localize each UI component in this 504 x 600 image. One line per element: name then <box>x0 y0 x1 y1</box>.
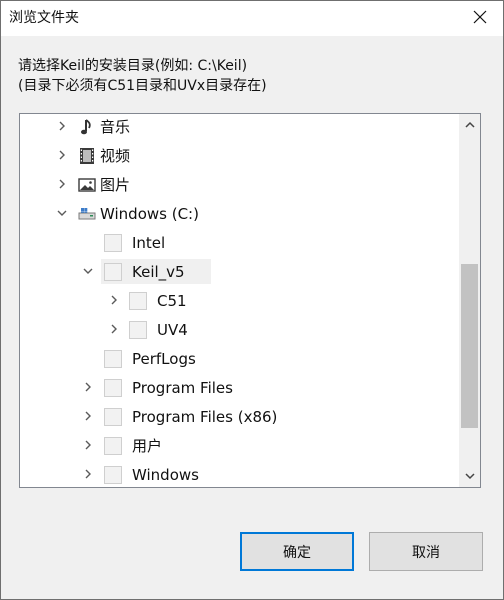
tree-item-label: 视频 <box>100 147 131 165</box>
chevron-down-icon[interactable] <box>81 264 95 278</box>
chevron-right-icon[interactable] <box>55 177 69 191</box>
video-folder-icon <box>77 146 97 166</box>
tree-item-label: Keil_v5 <box>132 263 185 281</box>
folder-icon <box>128 320 148 340</box>
chevron-right-icon[interactable] <box>81 467 95 481</box>
tree-item-label: Intel <box>132 234 166 252</box>
title-bar: 浏览文件夹 <box>1 1 503 36</box>
tree-item-label: UV4 <box>157 321 188 339</box>
tree-item-label: PerfLogs <box>132 350 196 368</box>
close-button[interactable] <box>457 1 503 36</box>
folder-icon <box>103 407 123 427</box>
chevron-down-icon <box>464 467 476 486</box>
scroll-thumb[interactable] <box>461 264 478 428</box>
tree-item-pictures[interactable]: 图片 <box>20 170 460 199</box>
dialog-content: 请选择Keil的安装目录(例如: C:\Keil) (目录下必须有C51目录和U… <box>1 36 503 599</box>
folder-icon <box>103 465 123 485</box>
chevron-down-icon[interactable] <box>55 206 69 220</box>
folder-icon <box>103 262 123 282</box>
chevron-right-icon[interactable] <box>81 409 95 423</box>
tree-item-label: Program Files (x86) <box>132 408 278 426</box>
scroll-down-button[interactable] <box>459 465 480 487</box>
tree-item-windows[interactable]: Windows <box>20 460 460 487</box>
chevron-right-icon[interactable] <box>55 119 69 133</box>
folder-tree[interactable]: 音乐 视频 图片 Windows (C:) Intel Keil_v5 C51 … <box>19 113 481 488</box>
tree-item-windows-c[interactable]: Windows (C:) <box>20 199 460 228</box>
chevron-right-icon[interactable] <box>81 438 95 452</box>
folder-icon <box>103 349 123 369</box>
folder-icon <box>103 233 123 253</box>
folder-icon <box>128 291 148 311</box>
tree-item-uv4[interactable]: UV4 <box>20 315 460 344</box>
music-folder-icon <box>77 117 97 137</box>
tree-item-program-files-x86[interactable]: Program Files (x86) <box>20 402 460 431</box>
chevron-right-icon[interactable] <box>107 293 121 307</box>
cancel-button[interactable]: 取消 <box>369 532 483 571</box>
folder-icon <box>103 378 123 398</box>
folder-icon <box>103 436 123 456</box>
tree-item-intel[interactable]: Intel <box>20 228 460 257</box>
tree-item-users[interactable]: 用户 <box>20 431 460 460</box>
ok-button[interactable]: 确定 <box>240 532 354 571</box>
chevron-right-icon[interactable] <box>107 322 121 336</box>
pictures-folder-icon <box>77 175 97 195</box>
tree-item-videos[interactable]: 视频 <box>20 141 460 170</box>
instructions: 请选择Keil的安装目录(例如: C:\Keil) (目录下必须有C51目录和U… <box>18 56 483 96</box>
tree-item-music[interactable]: 音乐 <box>20 114 460 141</box>
tree-item-keil-v5[interactable]: Keil_v5 <box>20 257 460 286</box>
instruction-line-1: 请选择Keil的安装目录(例如: C:\Keil) <box>18 58 248 74</box>
scroll-up-button[interactable] <box>459 114 480 136</box>
tree-item-program-files[interactable]: Program Files <box>20 373 460 402</box>
chevron-right-icon[interactable] <box>55 148 69 162</box>
tree-item-label: Program Files <box>132 379 233 397</box>
drive-icon <box>77 204 97 224</box>
tree-item-c51[interactable]: C51 <box>20 286 460 315</box>
close-icon <box>473 9 487 28</box>
tree-item-label: Windows (C:) <box>100 205 199 223</box>
tree-item-perflogs[interactable]: PerfLogs <box>20 344 460 373</box>
tree-item-label: 用户 <box>132 437 163 455</box>
tree-item-label: 音乐 <box>100 118 131 136</box>
tree-item-label: Windows <box>132 466 199 484</box>
tree-item-label: C51 <box>157 292 187 310</box>
chevron-right-icon[interactable] <box>81 380 95 394</box>
browse-folder-dialog: 浏览文件夹 请选择Keil的安装目录(例如: C:\Keil) (目录下必须有C… <box>0 0 504 600</box>
vertical-scrollbar[interactable] <box>459 114 480 487</box>
window-title: 浏览文件夹 <box>9 10 79 26</box>
instruction-line-2: (目录下必须有C51目录和UVx目录存在) <box>18 78 267 94</box>
tree-viewport: 音乐 视频 图片 Windows (C:) Intel Keil_v5 C51 … <box>20 114 460 487</box>
chevron-up-icon <box>464 116 476 135</box>
tree-item-label: 图片 <box>100 176 131 194</box>
